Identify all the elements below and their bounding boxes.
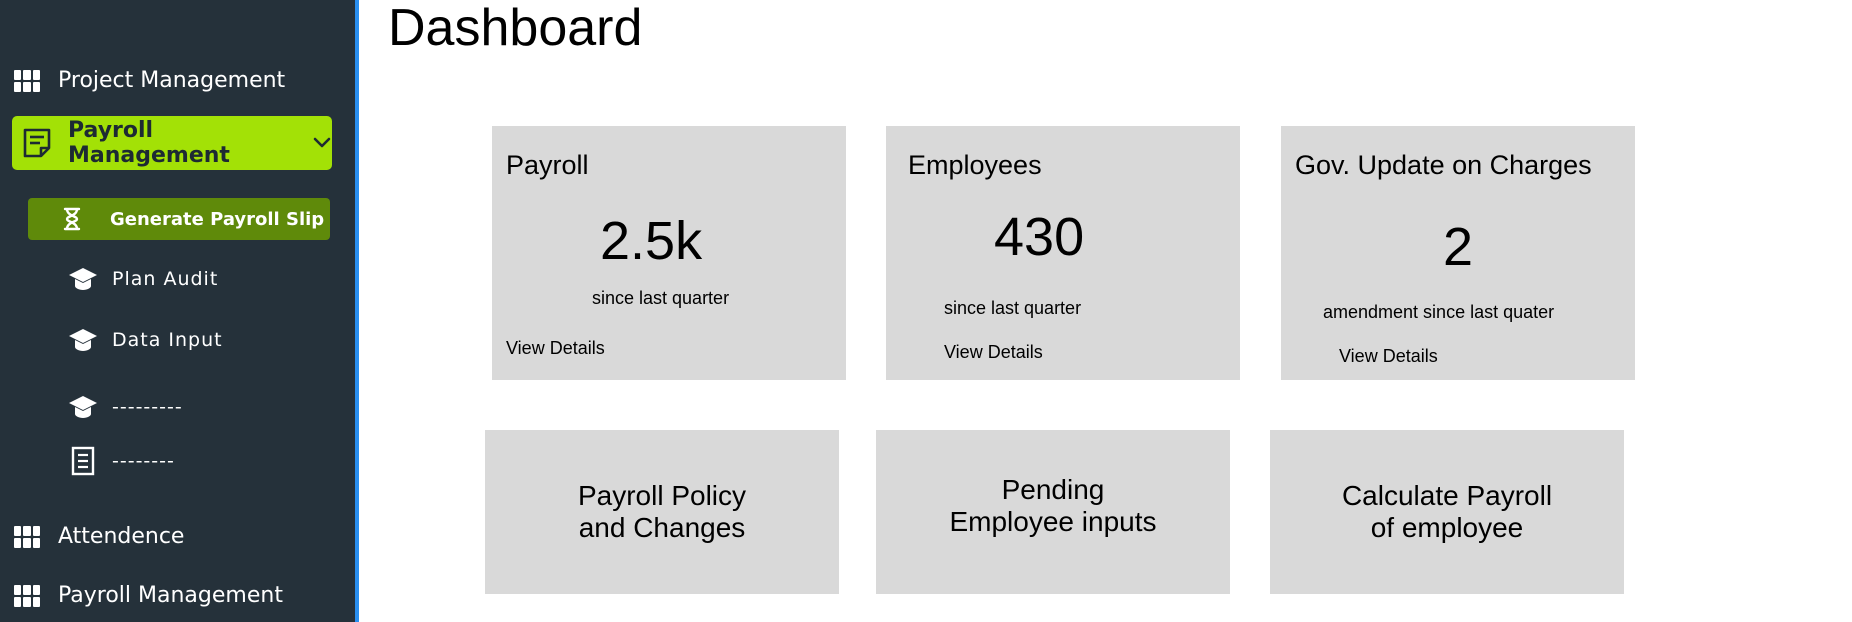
chevron-down-icon[interactable] [312,136,332,150]
card-title: Employees [908,150,1042,180]
action-card-line: Pending [1001,474,1105,505]
action-card-label: Payroll Policy and Changes [578,480,746,544]
card-title: Gov. Update on Charges [1295,150,1592,180]
subitem-plan-audit[interactable]: Plan Audit [68,266,218,292]
document-icon [20,126,54,160]
document-icon [68,446,98,476]
graduation-cap-icon [68,266,98,292]
card-value: 2.5k [600,211,703,271]
action-card-line: and Changes [578,512,746,543]
sidebar-divider [355,0,359,622]
grid-icon [14,69,40,92]
card-value: 2 [1443,217,1474,277]
action-card-label: Calculate Payroll of employee [1342,480,1552,544]
graduation-cap-icon [68,394,98,420]
view-details-link[interactable]: View Details [506,338,605,359]
card-caption: since last quarter [944,298,1082,318]
subitem-label: --------- [112,396,183,418]
grid-icon [14,584,40,607]
stat-card-gov-update: Gov. Update on Charges 2 amendment since… [1281,126,1635,380]
stat-card-payroll: Payroll 2.5k since last quarter View Det… [492,126,846,380]
subitem-label: -------- [112,450,175,472]
card-value: 430 [994,207,1085,267]
action-card-label: Pending Employee inputs [949,474,1156,538]
action-card-line: Payroll Policy [577,480,747,511]
sidebar-item-label: Payroll Management [68,118,230,168]
sidebar-item-payroll-management[interactable]: Payroll Management [12,116,332,170]
graduation-cap-icon [68,327,98,353]
grid-icon [14,525,40,548]
sidebar-item-label: Attendence [58,524,185,549]
subitem-label: Data Input [112,329,223,351]
action-card-payroll-policy[interactable]: Payroll Policy and Changes [485,430,839,594]
action-card-calculate-payroll[interactable]: Calculate Payroll of employee [1270,430,1624,594]
subitem-data-input[interactable]: Data Input [68,327,223,353]
action-card-line: of employee [1370,512,1524,543]
card-title: Payroll [506,150,589,180]
view-details-link[interactable]: View Details [1339,346,1438,367]
sidebar-item-label: Project Management [58,68,286,93]
hourglass-icon [62,207,82,231]
subitem-label: Generate Payroll Slip [110,208,325,230]
subitem-placeholder-2[interactable]: -------- [68,446,175,476]
sidebar-item-project-management[interactable]: Project Management [14,68,285,93]
sidebar-item-payroll-management-2[interactable]: Payroll Management [14,583,283,608]
action-card-pending-inputs[interactable]: Pending Employee inputs [876,430,1230,594]
sidebar-item-attendence[interactable]: Attendence [14,524,184,549]
subitem-generate-payroll-slip[interactable]: Generate Payroll Slip [28,198,330,240]
action-card-line: Employee inputs [949,506,1157,537]
card-caption: amendment since last quater [1323,302,1555,322]
action-card-line: Calculate Payroll [1341,480,1553,511]
subitem-label: Plan Audit [112,268,219,290]
card-caption: since last quarter [592,288,730,308]
stat-card-employees: Employees 430 since last quarter View De… [886,126,1240,380]
sidebar: Project Management Payroll Management Ge… [0,0,355,622]
view-details-link[interactable]: View Details [944,342,1043,363]
sidebar-item-label: Payroll Management [58,583,283,608]
page-title: Dashboard [388,0,643,57]
subitem-placeholder-1[interactable]: --------- [68,394,183,420]
